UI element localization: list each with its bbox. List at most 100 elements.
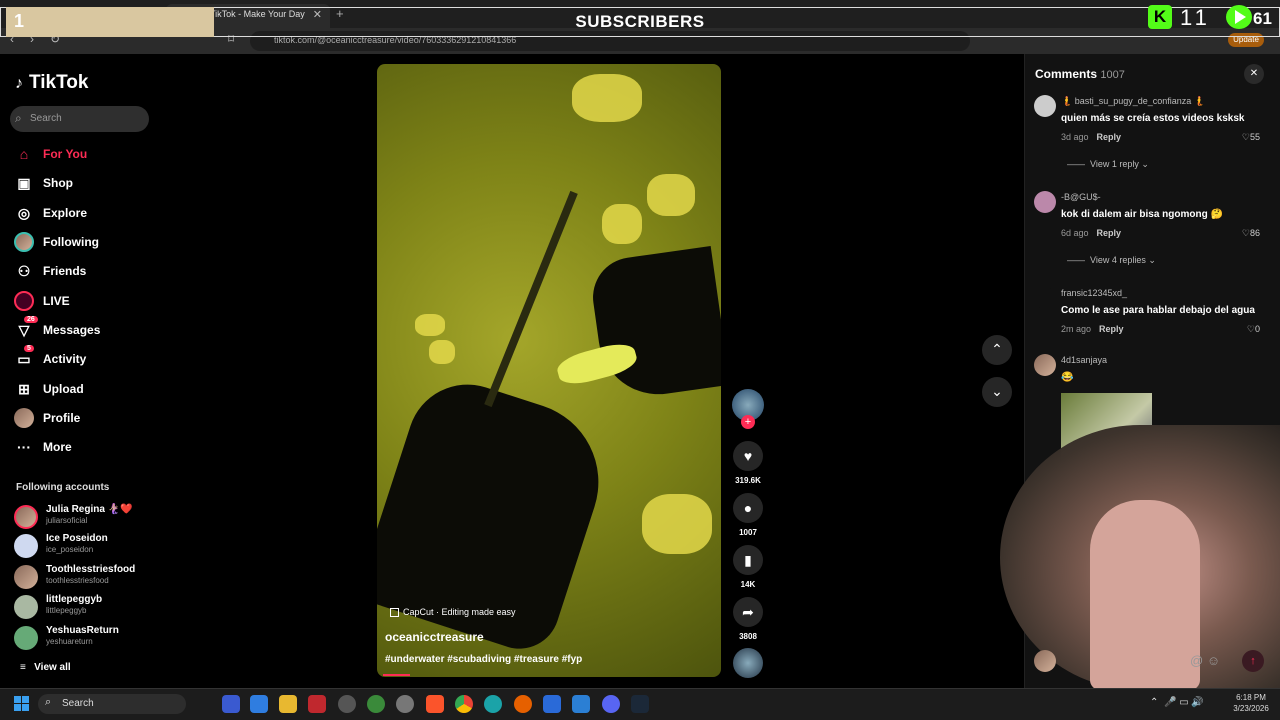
nav-for-you[interactable]: ⌂ For You [14,143,87,165]
avatar[interactable] [1034,287,1056,309]
video-progress-bar[interactable] [383,674,410,676]
messages-badge: 26 [24,316,38,323]
nav-following[interactable]: Following [14,231,99,253]
view-replies-button[interactable]: —— View 1 reply ⌄ [1067,159,1149,170]
vscode-icon[interactable] [572,695,590,713]
upload-icon: ⊞ [18,380,30,397]
comment-input-tools: @ ☺ [1190,653,1220,668]
live-icon [14,291,34,311]
share-button[interactable]: ➦ [733,597,763,627]
overlay-number: 1 [14,11,25,31]
music-disc-icon[interactable] [733,648,763,678]
comment-user[interactable]: -B@GU$- [1061,192,1101,202]
avatar[interactable] [1034,191,1056,213]
comment-user[interactable]: 4d1sanjaya [1061,355,1107,365]
chrome-icon[interactable] [455,695,473,713]
search-input[interactable]: ⌕ Search [10,106,149,132]
comment-like-button[interactable]: ♡0 [1247,324,1260,335]
comment-count: 1007 [739,528,757,537]
chevron-down-icon: ⌄ [991,383,1003,399]
comment-input-avatar [1034,650,1056,672]
nav-more[interactable]: ··· More [14,436,72,458]
follow-plus-icon[interactable]: + [741,415,755,429]
firefox-icon[interactable] [514,695,532,713]
avatar[interactable] [1034,95,1056,117]
discord-icon[interactable] [602,695,620,713]
video-player[interactable] [377,64,721,677]
app-icon[interactable] [367,695,385,713]
post-comment-button[interactable]: ↑ [1242,650,1264,672]
video-frame-detail [587,246,721,402]
reply-button[interactable]: Reply [1099,324,1124,334]
nav-messages[interactable]: ▽ 26 Messages [14,316,100,341]
account-name: Julia Regina 🧜🏼‍♀️❤️ [46,504,133,515]
comment-bubble-icon: ● [743,500,753,516]
account-name: Toothlesstriesfood [46,564,136,575]
comment-text: kok di dalem air bisa ngomong 🤔 [1061,209,1223,220]
nav-shop[interactable]: ▣ Shop [14,172,73,194]
steam-icon[interactable] [631,695,649,713]
next-video-button[interactable]: ⌄ [982,377,1012,407]
reply-button[interactable]: Reply [1097,132,1122,142]
account-name: YeshuasReturn [46,625,119,636]
app-icon[interactable] [338,695,356,713]
capcut-badge[interactable]: CapCut · Editing made easy [390,607,516,617]
messages-icon: ▽ 26 [14,316,38,340]
comment-button[interactable]: ● [733,493,763,523]
close-icon: ✕ [1249,68,1259,79]
edge-icon[interactable] [484,695,502,713]
like-button[interactable]: ♥ [733,441,763,471]
comment-meta: 3d ago Reply [1061,132,1122,142]
reply-button[interactable]: Reply [1097,228,1122,238]
avatar[interactable] [1034,354,1056,376]
video-frame-detail [429,340,455,364]
video-frame-detail [572,74,642,122]
app-icon[interactable] [396,695,414,713]
brave-icon[interactable] [426,695,444,713]
comment-text: quien más se creía estos videos ksksk [1061,113,1245,124]
folder-icon[interactable] [279,695,297,713]
nav-upload[interactable]: ⊞ Upload [14,378,84,400]
mention-icon[interactable]: @ [1190,653,1203,668]
avatar [14,534,38,558]
account-handle: ice_poseidon [46,545,94,554]
comment-user[interactable]: fransic12345xd_ [1061,288,1127,298]
comment-user[interactable]: 🧜 basti_su_pugy_de_confianza 🧜 [1061,96,1205,107]
nav-profile[interactable]: Profile [14,407,80,429]
tiktok-logo[interactable]: ♪ TikTok [15,72,88,94]
previous-video-button[interactable]: ⌃ [982,335,1012,365]
nav-live[interactable]: LIVE [14,290,70,312]
nav-explore[interactable]: ◎ Explore [14,202,87,224]
video-author[interactable]: oceanicctreasure [385,630,484,644]
video-frame-detail [415,314,445,336]
video-hashtags[interactable]: #underwater #scubadiving #treasure #fyp [385,654,582,665]
avatar [14,626,38,650]
bookmark-icon: ▮ [744,551,752,568]
remote-desktop-icon[interactable] [250,695,268,713]
search-icon: ⌕ [15,111,22,125]
emoji-icon[interactable]: ☺ [1207,653,1220,668]
view-all-link[interactable]: ≡ View all [20,662,71,673]
heart-outline-icon: ♡ [1246,324,1255,334]
save-count: 14K [740,580,756,589]
taskbar-clock[interactable]: 6:18 PM 3/23/2026 [1226,692,1276,714]
comment-like-button[interactable]: ♡55 [1242,132,1260,143]
view-replies-button[interactable]: —— View 4 replies ⌄ [1067,255,1156,266]
avatar [14,505,38,529]
nav-friends[interactable]: ⚇ Friends [14,260,87,282]
account-handle: toothlesstriesfood [46,576,109,585]
capcut-icon [390,607,399,617]
close-comments-button[interactable]: ✕ [1244,64,1264,84]
volume-icon: 🔊 [1191,697,1204,708]
app-icon[interactable] [543,695,561,713]
teams-icon[interactable] [222,695,240,713]
comment-like-button[interactable]: ♡86 [1242,228,1260,239]
comments-count: 1007 [1100,69,1125,81]
nav-activity[interactable]: ▭ 5 Activity [14,345,86,370]
system-tray[interactable]: ⌃ 🎤 ▭ 🔊 [1150,697,1204,708]
save-button[interactable]: ▮ [733,545,763,575]
activity-badge: 5 [24,345,34,352]
app-icon[interactable] [308,695,326,713]
taskbar-search[interactable]: ⌕ Search [38,694,186,714]
windows-start-icon[interactable] [14,696,30,712]
